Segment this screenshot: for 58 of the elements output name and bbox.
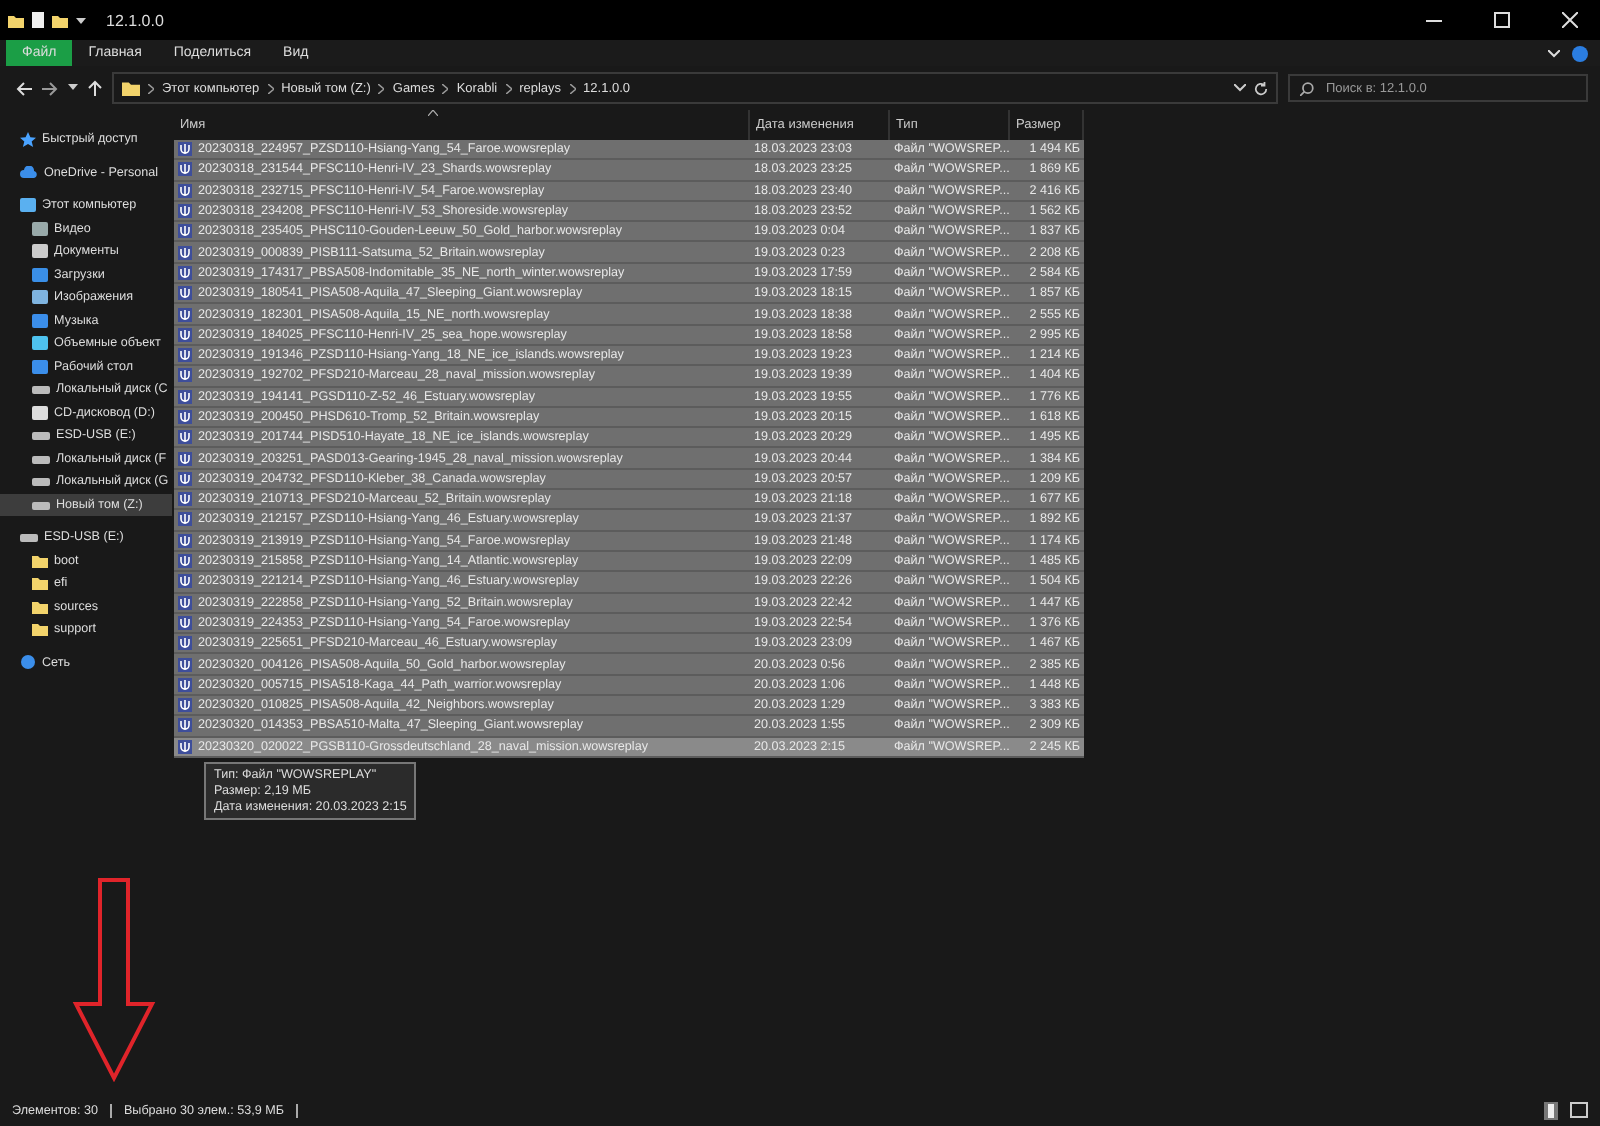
trident-icon	[178, 471, 192, 486]
trident-icon	[178, 368, 192, 383]
trident-icon	[178, 183, 192, 198]
trident-icon	[178, 286, 192, 301]
tiles-view-icon[interactable]	[1570, 1102, 1588, 1118]
star-icon	[20, 131, 36, 148]
trident-icon	[178, 389, 192, 404]
sort-caret-icon	[428, 110, 438, 116]
drive-icon	[32, 384, 50, 395]
trident-icon	[178, 348, 192, 363]
trident-icon	[178, 204, 192, 219]
trident-icon	[178, 307, 192, 322]
dropdown-icon[interactable]	[68, 84, 78, 92]
trident-icon	[178, 718, 192, 733]
trident-icon	[178, 739, 192, 754]
chevron-right-icon	[442, 83, 449, 93]
trident-icon	[178, 574, 192, 589]
details-view-icon[interactable]	[1544, 1101, 1558, 1119]
chevron-icon[interactable]	[1234, 84, 1246, 92]
trident-icon	[178, 615, 192, 630]
back-arrow-icon[interactable]	[16, 81, 32, 95]
trident-icon	[178, 698, 192, 713]
trident-icon	[178, 327, 192, 342]
trident-icon	[178, 533, 192, 548]
drive-icon	[20, 532, 38, 543]
up-arrow-icon[interactable]	[88, 80, 102, 96]
trident-icon	[178, 595, 192, 610]
minimize-icon[interactable]	[1426, 19, 1442, 21]
trident-icon	[178, 492, 192, 507]
trident-icon	[178, 657, 192, 672]
forward-arrow-icon[interactable]	[42, 81, 58, 95]
chevron-right-icon	[267, 83, 274, 93]
chevron-right-icon	[569, 83, 576, 93]
folder-icon	[8, 13, 24, 27]
dropdown-icon[interactable]	[76, 15, 86, 25]
trident-icon	[178, 636, 192, 651]
new-folder-icon[interactable]	[52, 13, 68, 27]
cloud-icon	[20, 166, 38, 179]
trident-icon	[178, 410, 192, 424]
chevron-icon[interactable]	[1548, 49, 1560, 57]
refresh-icon[interactable]	[1254, 81, 1268, 95]
chevron-right-icon	[505, 83, 512, 93]
trident-icon	[178, 512, 192, 527]
close-icon[interactable]	[1562, 12, 1578, 28]
trident-icon	[178, 265, 192, 280]
trident-icon	[178, 142, 192, 157]
chevron-right-icon	[148, 83, 154, 93]
trident-icon	[178, 677, 192, 692]
trident-icon	[178, 554, 192, 569]
maximize-icon[interactable]	[1494, 12, 1510, 28]
window-title: 12.1.0.0	[106, 11, 166, 29]
trident-icon	[178, 430, 192, 445]
trident-icon	[178, 224, 192, 239]
trident-icon	[178, 245, 192, 260]
trident-icon	[178, 162, 192, 177]
folder-icon	[122, 80, 140, 96]
chevron-right-icon	[378, 83, 385, 93]
trident-icon	[178, 451, 192, 466]
